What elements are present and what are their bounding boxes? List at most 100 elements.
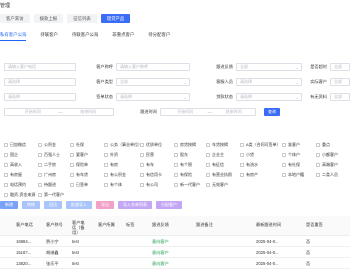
checkbox-icon[interactable]	[316, 163, 320, 167]
checkbox-icon[interactable]	[140, 173, 144, 177]
checkbox-icon[interactable]	[174, 143, 178, 147]
service-select[interactable]: 请选择 ⌄	[236, 78, 302, 86]
tag-checkbox[interactable]: 小额客户	[316, 150, 338, 160]
checkbox-icon[interactable]	[4, 173, 8, 177]
tag-checkbox[interactable]: 有流水	[240, 160, 258, 170]
checkbox-icon[interactable]	[316, 143, 320, 147]
tag-checkbox[interactable]: 有车贷	[70, 170, 88, 180]
tag-checkbox[interactable]: 第一代客户	[38, 190, 64, 200]
add-button[interactable]: 新增	[0, 201, 18, 209]
tag-checkbox[interactable]: 个体户	[282, 150, 300, 160]
cell-feedback[interactable]: 意向客户	[152, 261, 169, 267]
transfer-button[interactable]: 转移	[22, 201, 40, 209]
tag-checkbox[interactable]: 有公积金	[104, 170, 126, 180]
tag-checkbox[interactable]: 融资-资金来源	[4, 190, 35, 200]
tag-checkbox[interactable]: 外资	[104, 150, 118, 160]
checkbox-icon[interactable]	[282, 143, 286, 147]
checkbox-icon[interactable]	[70, 183, 74, 187]
cust-type-select[interactable]: 全部 ⌄	[116, 78, 190, 86]
cell-feedback[interactable]: 意向客户	[152, 239, 169, 245]
export-button[interactable]: 导出	[96, 201, 114, 209]
import-list-button[interactable]: 导入名单列表	[118, 201, 152, 209]
tag-checkbox[interactable]: A类（合同可签单）	[240, 140, 281, 150]
checkbox-icon[interactable]	[282, 173, 286, 177]
tag-checkbox[interactable]: 已签单	[70, 180, 88, 190]
checkbox-icon[interactable]	[174, 153, 178, 157]
table-row[interactable]: 16884... 贾小宁 test 意向客户 2025-04-0... 否	[0, 236, 350, 247]
tag-checkbox[interactable]: 已加微信	[4, 140, 26, 150]
tag-checkbox[interactable]: 房贷按揭	[174, 140, 196, 150]
tag-checkbox[interactable]: 有个体	[104, 180, 122, 190]
checkbox-icon[interactable]	[282, 153, 286, 157]
sign-select[interactable]: 请选择 ⌄	[116, 93, 190, 101]
checkbox-icon[interactable]	[206, 183, 210, 187]
tag-checkbox[interactable]: 有车	[140, 160, 154, 170]
checkbox-icon[interactable]	[70, 163, 74, 167]
table-row[interactable]: 1516?... 胡继鑫 test 意向客户 2025-04-0... 否	[0, 247, 350, 258]
tag-checkbox[interactable]: 重点	[316, 140, 330, 150]
nav-tab-credit[interactable]: 征信列表	[67, 14, 97, 23]
tag-checkbox[interactable]: 电话预约	[4, 180, 26, 190]
sub-tab-private-pool[interactable]: 私有客户公海	[0, 29, 27, 41]
tag-checkbox[interactable]: 有房	[104, 160, 118, 170]
tag-checkbox[interactable]: 股东	[174, 150, 188, 160]
tag-checkbox[interactable]: 有营业执照	[206, 170, 232, 180]
tag-checkbox[interactable]: 待跟进	[38, 180, 56, 190]
feedback-select[interactable]: 全部 ⌄	[236, 63, 302, 71]
checkbox-icon[interactable]	[38, 163, 42, 167]
checkbox-icon[interactable]	[316, 173, 320, 177]
checkbox-icon[interactable]	[206, 153, 210, 157]
date-range-input[interactable]: 开始时间 — 结束时间	[4, 108, 114, 116]
checkbox-icon[interactable]	[4, 183, 8, 187]
tag-checkbox[interactable]: 有房屋	[4, 170, 22, 180]
tag-checkbox[interactable]: 有房产	[240, 170, 258, 180]
tag-checkbox[interactable]: 百强人士	[38, 150, 60, 160]
timeout-select[interactable]: 全部	[330, 63, 350, 71]
tag-checkbox[interactable]: 保险单	[70, 160, 88, 170]
checkbox-icon[interactable]	[4, 193, 8, 197]
tag-checkbox[interactable]: 车贷按揭	[206, 140, 228, 150]
tag-checkbox[interactable]: 准客户	[282, 140, 300, 150]
tag-checkbox[interactable]: 要客户	[70, 150, 88, 160]
nav-tab-visit[interactable]: 客户来访	[0, 14, 30, 23]
checkbox-icon[interactable]	[38, 153, 42, 157]
followup-range-input[interactable]: 开始时间 — 结束时间	[160, 108, 256, 116]
sub-tab-unassigned[interactable]: 待分配客户	[148, 29, 170, 41]
sub-tab-pending-pool[interactable]: 待联客户公海	[72, 29, 98, 41]
tag-checkbox[interactable]: 优质单位	[140, 140, 162, 150]
checkbox-icon[interactable]	[104, 143, 108, 147]
checkbox-icon[interactable]	[206, 173, 210, 177]
checkbox-icon[interactable]	[140, 163, 144, 167]
checkbox-icon[interactable]	[38, 183, 42, 187]
checkbox-icon[interactable]	[4, 163, 8, 167]
tag-checkbox[interactable]: 有社保	[282, 160, 300, 170]
checkbox-icon[interactable]	[140, 153, 144, 157]
tag-checkbox[interactable]: 公积金	[38, 140, 56, 150]
tag-checkbox[interactable]: 二类人员	[316, 170, 338, 180]
checkbox-icon[interactable]	[38, 173, 42, 177]
checkbox-icon[interactable]	[282, 163, 286, 167]
tag-checkbox[interactable]: 社保	[70, 140, 84, 150]
checkbox-icon[interactable]	[140, 183, 144, 187]
name-input[interactable]: 请输入客户称呼	[116, 63, 190, 71]
checkbox-icon[interactable]	[206, 163, 210, 167]
nav-tab-products[interactable]: 理贷产品	[100, 14, 131, 23]
batch-import-button[interactable]: 批量导入	[66, 201, 92, 209]
checkbox-icon[interactable]	[104, 163, 108, 167]
tag-checkbox[interactable]: 高收入	[4, 160, 22, 170]
tag-checkbox[interactable]: 新一代客户	[174, 180, 200, 190]
checkbox-icon[interactable]	[240, 153, 244, 157]
select-a[interactable]: 请选择	[4, 78, 76, 86]
checkbox-icon[interactable]	[206, 143, 210, 147]
checkbox-icon[interactable]	[240, 173, 244, 177]
cell-feedback[interactable]: 意向客户	[152, 250, 169, 256]
checkbox-icon[interactable]	[240, 143, 244, 147]
tag-checkbox[interactable]: 有保险	[174, 170, 192, 180]
search-button[interactable]: 查询	[264, 108, 280, 116]
checkbox-icon[interactable]	[70, 153, 74, 157]
checkbox-icon[interactable]	[104, 173, 108, 177]
checkbox-icon[interactable]	[4, 153, 8, 157]
tag-checkbox[interactable]: 无效客户	[206, 180, 228, 190]
nav-tab-report[interactable]: 拨款上报	[33, 14, 64, 23]
tag-checkbox[interactable]: 二手房	[38, 160, 56, 170]
